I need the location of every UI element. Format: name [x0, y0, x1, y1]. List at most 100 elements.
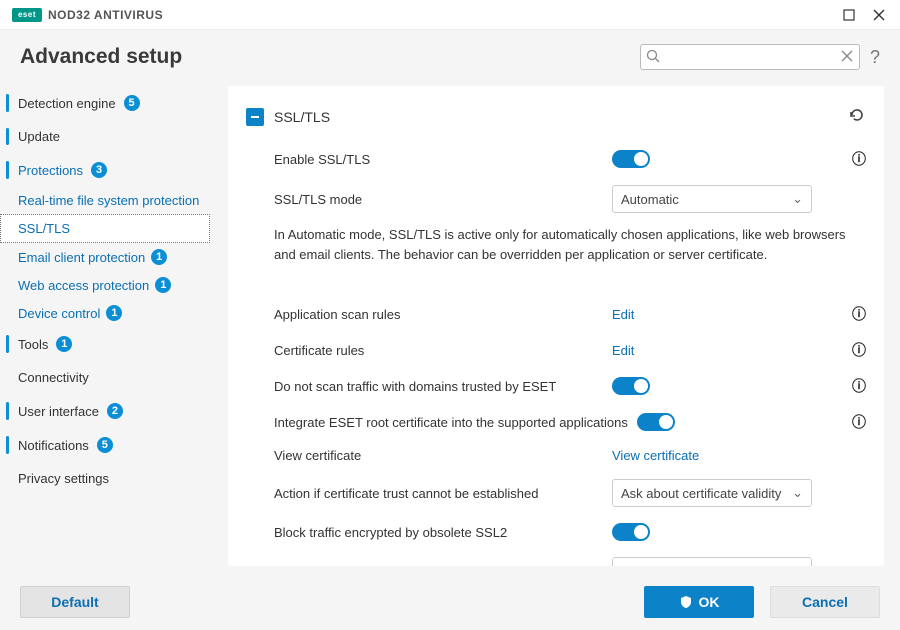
brand-badge: eset	[12, 8, 42, 22]
badge: 1	[56, 336, 72, 352]
row-label: View certificate	[274, 448, 604, 463]
select-value: Automatic	[621, 192, 679, 207]
info-icon: ⓘ	[852, 342, 866, 358]
sidebar-item-privacy[interactable]: Privacy settings	[0, 462, 210, 495]
badge: 5	[124, 95, 140, 111]
sidebar-item-update[interactable]: Update	[0, 120, 210, 153]
select-trust-action[interactable]: Ask about certificate validity ⌄	[612, 479, 812, 507]
sidebar-label: Email client protection	[18, 250, 145, 265]
sidebar-sub-email[interactable]: Email client protection 1	[0, 243, 210, 271]
brand-text: eset	[18, 10, 36, 19]
ok-button[interactable]: OK	[644, 586, 754, 618]
row-label: Action if certificate trust cannot be es…	[274, 486, 604, 501]
section-title: SSL/TLS	[274, 109, 838, 125]
info-button[interactable]: ⓘ	[846, 340, 866, 360]
default-button[interactable]: Default	[20, 586, 130, 618]
product-name: NOD32 ANTIVIRUS	[48, 8, 163, 22]
button-label: Cancel	[802, 594, 848, 610]
row-label: Integrate ESET root certificate into the…	[274, 415, 629, 430]
button-label: Default	[51, 594, 98, 610]
shield-icon	[679, 595, 693, 609]
info-button[interactable]: ⓘ	[846, 376, 866, 396]
content-panel: SSL/TLS Enable SSL/TLS ⓘ SSL/TLS mode Au…	[228, 86, 884, 566]
chevron-down-icon: ⌄	[792, 191, 803, 207]
info-icon: ⓘ	[852, 306, 866, 322]
select-corrupted-action[interactable]: Block communication that us… ⌄	[612, 557, 812, 566]
window-close-button[interactable]	[864, 3, 894, 27]
header-bar: Advanced setup ?	[0, 30, 900, 82]
info-icon: ⓘ	[852, 414, 866, 430]
badge: 5	[97, 437, 113, 453]
sidebar-sub-device[interactable]: Device control 1	[0, 299, 210, 327]
app-logo: eset NOD32 ANTIVIRUS	[12, 8, 163, 22]
row-label: Application scan rules	[274, 307, 604, 322]
undo-icon	[848, 106, 866, 124]
sidebar-item-detection-engine[interactable]: Detection engine 5	[0, 86, 210, 120]
sidebar-item-tools[interactable]: Tools 1	[0, 327, 210, 361]
row-corrupted-cert-action: Action for corrupted certificates Block …	[246, 549, 866, 566]
sidebar-label: Tools	[18, 337, 48, 352]
clear-search-icon[interactable]	[840, 49, 854, 66]
badge: 2	[107, 403, 123, 419]
sidebar-item-notifications[interactable]: Notifications 5	[0, 428, 210, 462]
row-trust-action: Action if certificate trust cannot be es…	[246, 471, 866, 515]
page-title: Advanced setup	[20, 45, 182, 69]
row-cert-rules: Certificate rules Edit ⓘ	[246, 332, 866, 368]
chevron-down-icon: ⌄	[792, 563, 803, 566]
row-integrate-root-cert: Integrate ESET root certificate into the…	[246, 404, 866, 440]
revert-button[interactable]	[848, 106, 866, 127]
badge: 1	[151, 249, 167, 265]
toggle-enable-ssl[interactable]	[612, 150, 650, 168]
toggle-trusted-domains[interactable]	[612, 377, 650, 395]
toggle-block-ssl2[interactable]	[612, 523, 650, 541]
link-view-certificate[interactable]: View certificate	[612, 448, 699, 463]
row-label: Do not scan traffic with domains trusted…	[274, 379, 604, 394]
search-field-wrapper	[640, 44, 860, 70]
link-edit-cert-rules[interactable]: Edit	[612, 343, 634, 358]
sidebar-item-user-interface[interactable]: User interface 2	[0, 394, 210, 428]
search-input[interactable]	[640, 44, 860, 70]
sidebar-item-connectivity[interactable]: Connectivity	[0, 361, 210, 394]
row-label: Action for corrupted certificates	[274, 564, 604, 567]
main-area: Detection engine 5 Update Protections 3 …	[0, 82, 900, 574]
info-icon: ⓘ	[852, 151, 866, 167]
window-maximize-button[interactable]	[834, 3, 864, 27]
sidebar-sub-realtime[interactable]: Real-time file system protection	[0, 187, 210, 214]
chevron-down-icon: ⌄	[792, 485, 803, 501]
info-button[interactable]: ⓘ	[846, 412, 866, 432]
select-ssl-mode[interactable]: Automatic ⌄	[612, 185, 812, 213]
footer-bar: Default OK Cancel	[0, 574, 900, 630]
title-bar: eset NOD32 ANTIVIRUS	[0, 0, 900, 30]
row-app-scan-rules: Application scan rules Edit ⓘ	[246, 296, 866, 332]
info-icon: ⓘ	[852, 378, 866, 394]
sidebar-label: Protections	[18, 163, 83, 178]
select-value: Ask about certificate validity	[621, 486, 781, 501]
link-edit-app-rules[interactable]: Edit	[612, 307, 634, 322]
badge: 1	[155, 277, 171, 293]
cancel-button[interactable]: Cancel	[770, 586, 880, 618]
close-icon	[873, 9, 885, 21]
sidebar-label: User interface	[18, 404, 99, 419]
info-button[interactable]: ⓘ	[846, 149, 866, 169]
collapse-button[interactable]	[246, 108, 264, 126]
square-icon	[843, 9, 855, 21]
sidebar-label: Device control	[18, 306, 100, 321]
sidebar-label: Detection engine	[18, 96, 116, 111]
row-label: Enable SSL/TLS	[274, 152, 604, 167]
sidebar-label: SSL/TLS	[18, 221, 70, 236]
toggle-integrate-cert[interactable]	[637, 413, 675, 431]
help-icon[interactable]: ?	[870, 47, 880, 68]
sidebar-label: Real-time file system protection	[18, 193, 199, 208]
row-block-ssl2: Block traffic encrypted by obsolete SSL2	[246, 515, 866, 549]
row-label: Certificate rules	[274, 343, 604, 358]
row-label: Block traffic encrypted by obsolete SSL2	[274, 525, 604, 540]
sidebar-sub-web[interactable]: Web access protection 1	[0, 271, 210, 299]
button-label: OK	[699, 594, 720, 610]
sidebar: Detection engine 5 Update Protections 3 …	[0, 82, 220, 574]
sidebar-sub-ssl-tls[interactable]: SSL/TLS	[0, 214, 210, 243]
sidebar-item-protections[interactable]: Protections 3	[0, 153, 210, 187]
row-enable-ssl: Enable SSL/TLS ⓘ	[246, 141, 866, 177]
info-button[interactable]: ⓘ	[846, 304, 866, 324]
badge: 1	[106, 305, 122, 321]
section-header: SSL/TLS	[246, 96, 866, 141]
